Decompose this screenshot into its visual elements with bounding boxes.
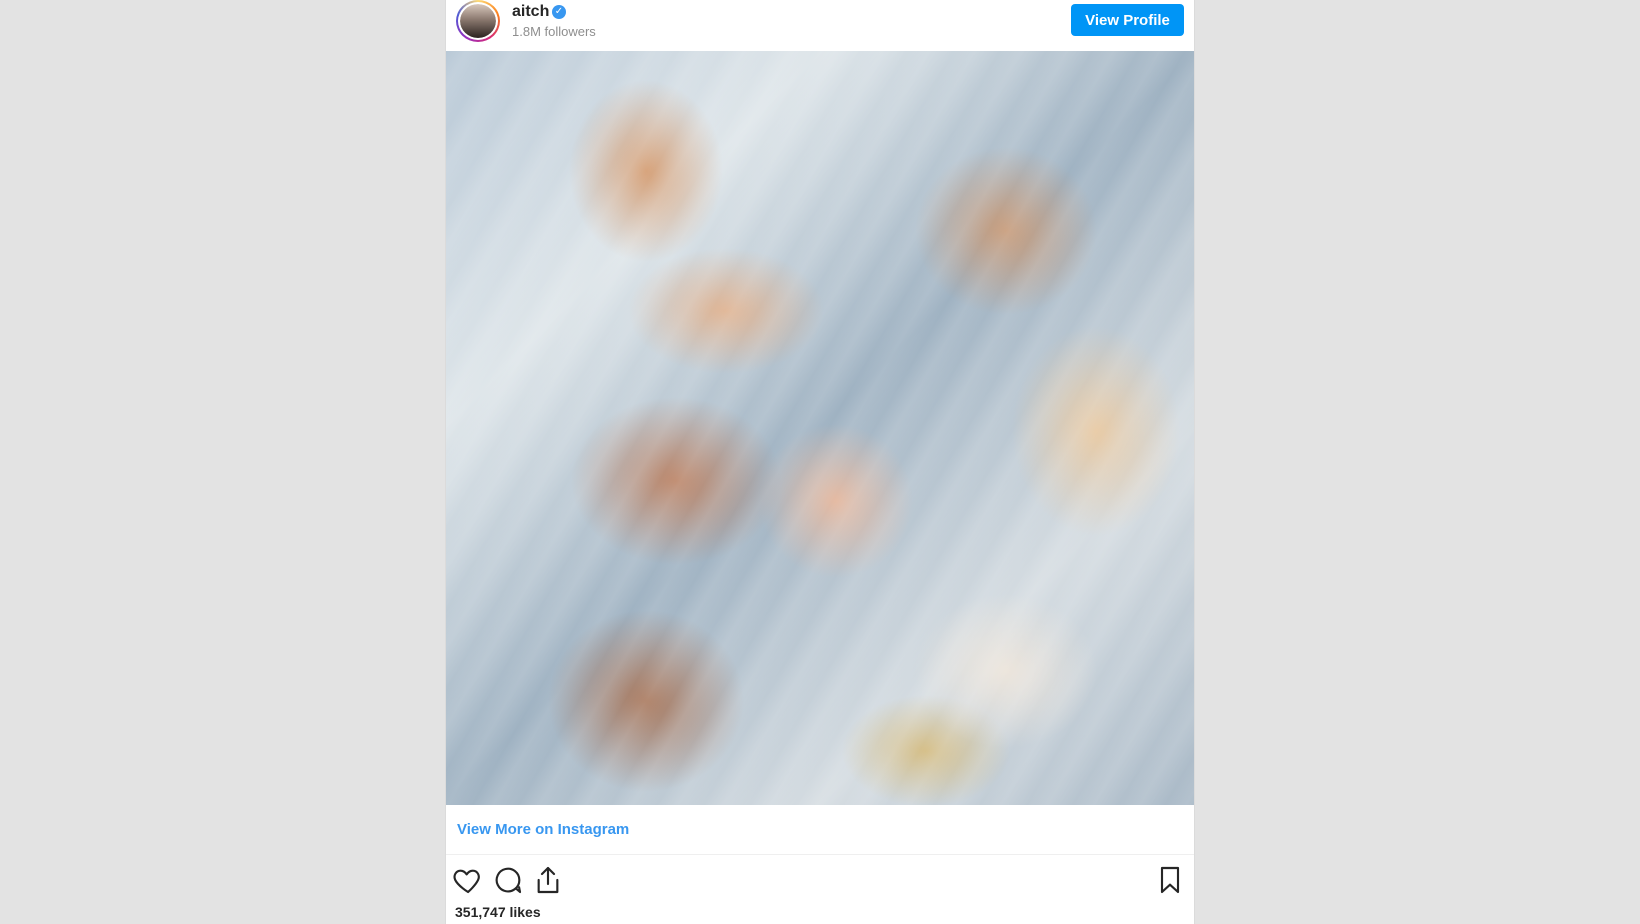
- verified-badge-icon: ✓: [552, 5, 566, 19]
- likes-count: 351,747 likes: [455, 904, 541, 920]
- share-icon[interactable]: [532, 864, 564, 896]
- instagram-embed: aitch ✓ 1.8M followers View Profile View…: [445, 0, 1195, 924]
- photo-sheen: [446, 51, 1194, 805]
- followers-count: 1.8M followers: [512, 24, 596, 39]
- comment-icon[interactable]: [492, 864, 524, 896]
- avatar-image: [460, 4, 496, 38]
- bookmark-icon[interactable]: [1154, 864, 1186, 896]
- view-more-link[interactable]: View More on Instagram: [457, 821, 629, 838]
- view-profile-button[interactable]: View Profile: [1071, 4, 1184, 36]
- avatar-border: [458, 2, 498, 40]
- avatar[interactable]: [456, 0, 500, 42]
- heart-icon[interactable]: [452, 864, 484, 896]
- post-photo[interactable]: [446, 51, 1194, 805]
- username[interactable]: aitch: [512, 3, 549, 21]
- post-header: aitch ✓ 1.8M followers View Profile: [446, 0, 1194, 51]
- action-bar: [446, 860, 1194, 900]
- page: aitch ✓ 1.8M followers View Profile View…: [0, 0, 1640, 924]
- view-more-row: View More on Instagram: [446, 805, 1194, 855]
